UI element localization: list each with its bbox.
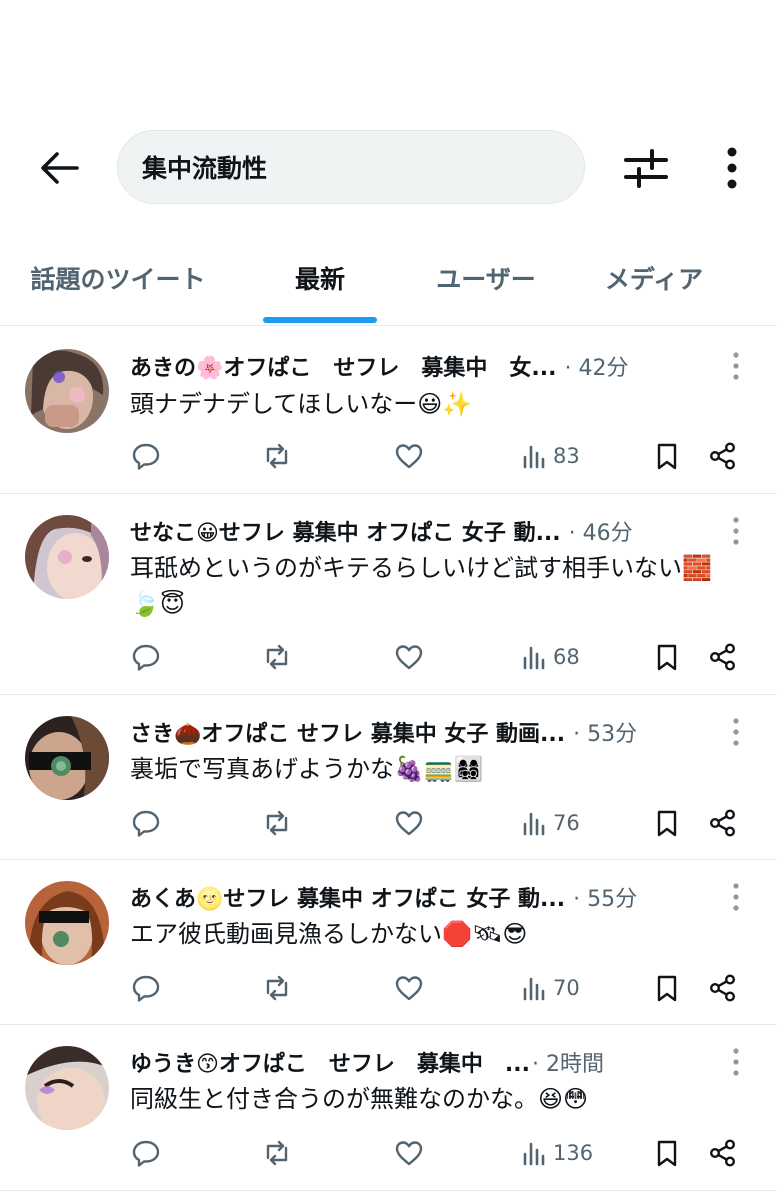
tweet-text: 裏垢で写真あげようかな🍇🚃👩‍👩‍👧‍👦 (130, 755, 484, 783)
reply-icon[interactable] (131, 1133, 161, 1173)
tweet-actions: 68 (0, 637, 777, 677)
views-chart-icon (523, 646, 545, 670)
avatar[interactable] (25, 515, 109, 599)
tweet-time[interactable]: · 55分 (573, 881, 637, 913)
views-chart-icon (523, 1142, 545, 1166)
views-button[interactable]: 83 (521, 436, 580, 476)
avatar[interactable] (25, 716, 109, 800)
retweet-icon[interactable] (262, 803, 292, 843)
share-icon[interactable] (708, 803, 738, 843)
avatar[interactable] (25, 349, 109, 433)
tweet-more-icon[interactable] (725, 879, 747, 915)
top-bar (0, 128, 777, 206)
tweet-more-icon[interactable] (725, 513, 747, 549)
display-name[interactable]: あきの🌸オフぱこ せフレ 募集中 女... (130, 350, 556, 382)
tab-users[interactable]: ユーザー (424, 240, 548, 326)
tweet-actions: 70 (0, 968, 777, 1008)
display-name[interactable]: ゆうき😙オフぱこ せフレ 募集中 ... (130, 1046, 530, 1078)
tweet-actions: 83 (0, 436, 777, 476)
tweet-item[interactable]: あきの🌸オフぱこ せフレ 募集中 女... · 42分 頭ナデナデしてほしいなー… (0, 328, 777, 494)
like-heart-icon[interactable] (394, 968, 424, 1008)
back-arrow-icon[interactable] (34, 148, 84, 188)
tweet-more-icon[interactable] (725, 714, 747, 750)
views-count: 70 (553, 976, 580, 1000)
avatar[interactable] (25, 881, 109, 965)
views-button[interactable]: 76 (521, 803, 580, 843)
tweet-header: あきの🌸オフぱこ せフレ 募集中 女... · 42分 (130, 348, 685, 384)
tweet-time[interactable]: · 42分 (564, 350, 628, 382)
bookmark-icon[interactable] (652, 968, 682, 1008)
active-tab-indicator (263, 317, 377, 323)
search-tabs: 話題のツイート 最新 ユーザー メディア (0, 240, 777, 326)
tweet-text: 同級生と付き合うのが無難なのかな。😆😳 (130, 1085, 589, 1113)
more-vertical-icon[interactable] (714, 146, 750, 190)
tweet-time[interactable]: · 2時間 (532, 1046, 604, 1078)
tab-latest[interactable]: 最新 (262, 240, 378, 326)
retweet-icon[interactable] (262, 637, 292, 677)
tweet-item[interactable]: ゆうき😙オフぱこ せフレ 募集中 ... · 2時間 同級生と付き合うのが無難な… (0, 1025, 777, 1191)
views-count: 76 (553, 811, 580, 835)
reply-icon[interactable] (131, 968, 161, 1008)
retweet-icon[interactable] (262, 1133, 292, 1173)
bookmark-icon[interactable] (652, 1133, 682, 1173)
display-name[interactable]: さき🌰オフぱこ せフレ 募集中 女子 動画... (130, 716, 565, 748)
tweet-actions: 76 (0, 803, 777, 843)
search-input[interactable] (142, 131, 562, 203)
share-icon[interactable] (708, 436, 738, 476)
views-button[interactable]: 70 (521, 968, 580, 1008)
bookmark-icon[interactable] (652, 436, 682, 476)
avatar[interactable] (25, 1046, 109, 1130)
tweet-text: エア彼氏動画見漁るしかない🛑🛰😎 (130, 920, 528, 948)
tweet-item[interactable]: せなこ😀せフレ 募集中 オフぱこ 女子 動... · 46分 耳舐めというのがキ… (0, 494, 777, 695)
tweet-more-icon[interactable] (725, 348, 747, 384)
reply-icon[interactable] (131, 436, 161, 476)
tweet-more-icon[interactable] (725, 1044, 747, 1080)
tweet-actions: 136 (0, 1133, 777, 1173)
tweet-header: あくあ🌝せフレ 募集中 オフぱこ 女子 動... · 55分 (130, 879, 685, 915)
reply-icon[interactable] (131, 637, 161, 677)
tweet-header: さき🌰オフぱこ せフレ 募集中 女子 動画... · 53分 (130, 714, 685, 750)
tab-media[interactable]: メディア (592, 240, 716, 326)
bookmark-icon[interactable] (652, 803, 682, 843)
views-count: 136 (553, 1141, 594, 1165)
tweet-time[interactable]: · 46分 (569, 515, 633, 547)
retweet-icon[interactable] (262, 968, 292, 1008)
tweet-item[interactable]: あくあ🌝せフレ 募集中 オフぱこ 女子 動... · 55分 エア彼氏動画見漁る… (0, 860, 777, 1025)
like-heart-icon[interactable] (394, 637, 424, 677)
tweet-text: 耳舐めというのがキテるらしいけど試す相手いない🧱🍃😇 (130, 554, 712, 618)
share-icon[interactable] (708, 968, 738, 1008)
like-heart-icon[interactable] (394, 1133, 424, 1173)
display-name[interactable]: あくあ🌝せフレ 募集中 オフぱこ 女子 動... (130, 881, 565, 913)
tweet-header: ゆうき😙オフぱこ せフレ 募集中 ... · 2時間 (130, 1044, 685, 1080)
share-icon[interactable] (708, 637, 738, 677)
tweet-item[interactable]: さき🌰オフぱこ せフレ 募集中 女子 動画... · 53分 裏垢で写真あげよう… (0, 695, 777, 860)
like-heart-icon[interactable] (394, 436, 424, 476)
tweet-time[interactable]: · 53分 (573, 716, 637, 748)
views-button[interactable]: 136 (521, 1133, 593, 1173)
reply-icon[interactable] (131, 803, 161, 843)
views-count: 83 (553, 444, 580, 468)
share-icon[interactable] (708, 1133, 738, 1173)
views-chart-icon (523, 812, 545, 836)
retweet-icon[interactable] (262, 436, 292, 476)
views-button[interactable]: 68 (521, 637, 580, 677)
tweet-text: 頭ナデナデしてほしいなー😃✨ (130, 390, 473, 418)
views-count: 68 (553, 645, 580, 669)
search-box[interactable] (117, 130, 585, 204)
views-chart-icon (523, 445, 545, 469)
bookmark-icon[interactable] (652, 637, 682, 677)
views-chart-icon (523, 977, 545, 1001)
filter-sliders-icon[interactable] (620, 146, 672, 190)
like-heart-icon[interactable] (394, 803, 424, 843)
tweet-header: せなこ😀せフレ 募集中 オフぱこ 女子 動... · 46分 (130, 513, 685, 549)
display-name[interactable]: せなこ😀せフレ 募集中 オフぱこ 女子 動... (130, 515, 561, 547)
tab-top-tweets[interactable]: 話題のツイート (22, 240, 214, 326)
